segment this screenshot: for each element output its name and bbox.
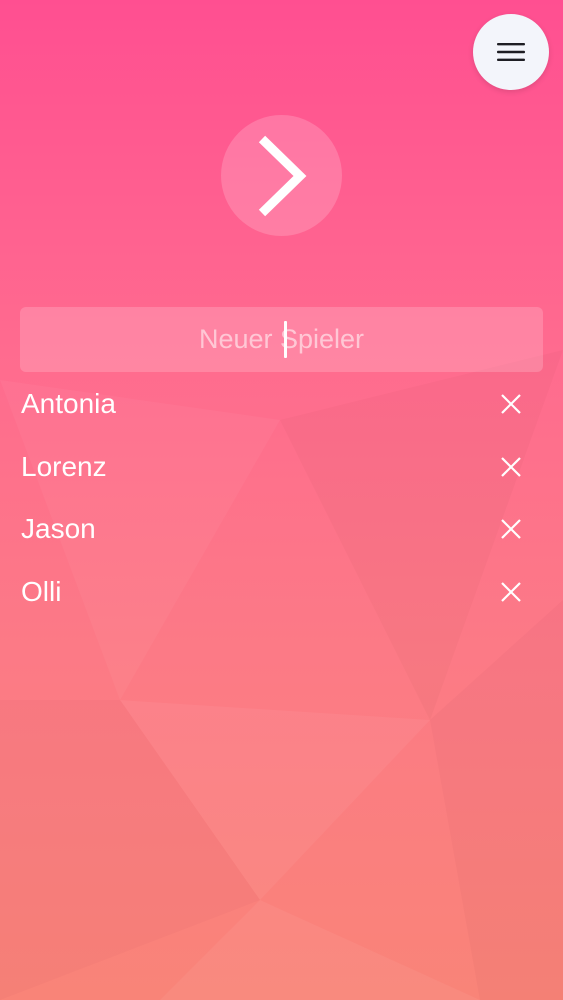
player-name: Lorenz	[21, 450, 107, 482]
next-button[interactable]	[221, 115, 342, 236]
player-name: Olli	[21, 575, 62, 607]
list-item: Lorenz	[0, 436, 563, 499]
hamburger-menu-icon	[497, 43, 525, 61]
list-item: Jason	[0, 498, 563, 561]
close-icon	[501, 394, 521, 415]
list-item: Antonia	[0, 373, 563, 436]
remove-player-button[interactable]	[492, 573, 530, 611]
close-icon	[501, 581, 521, 602]
player-name: Jason	[21, 513, 96, 545]
text-caret	[284, 321, 287, 358]
remove-player-button[interactable]	[492, 385, 530, 423]
menu-button[interactable]	[473, 14, 549, 90]
list-item: Olli	[0, 561, 563, 624]
new-player-input-box[interactable]	[20, 307, 543, 372]
player-name: Antonia	[21, 388, 116, 420]
close-icon	[501, 519, 521, 540]
remove-player-button[interactable]	[492, 448, 530, 486]
close-icon	[501, 456, 521, 477]
new-player-input[interactable]	[20, 307, 543, 372]
remove-player-button[interactable]	[492, 510, 530, 548]
player-list: Antonia Lorenz Jason Olli	[0, 373, 563, 623]
chevron-right-icon	[258, 135, 306, 216]
